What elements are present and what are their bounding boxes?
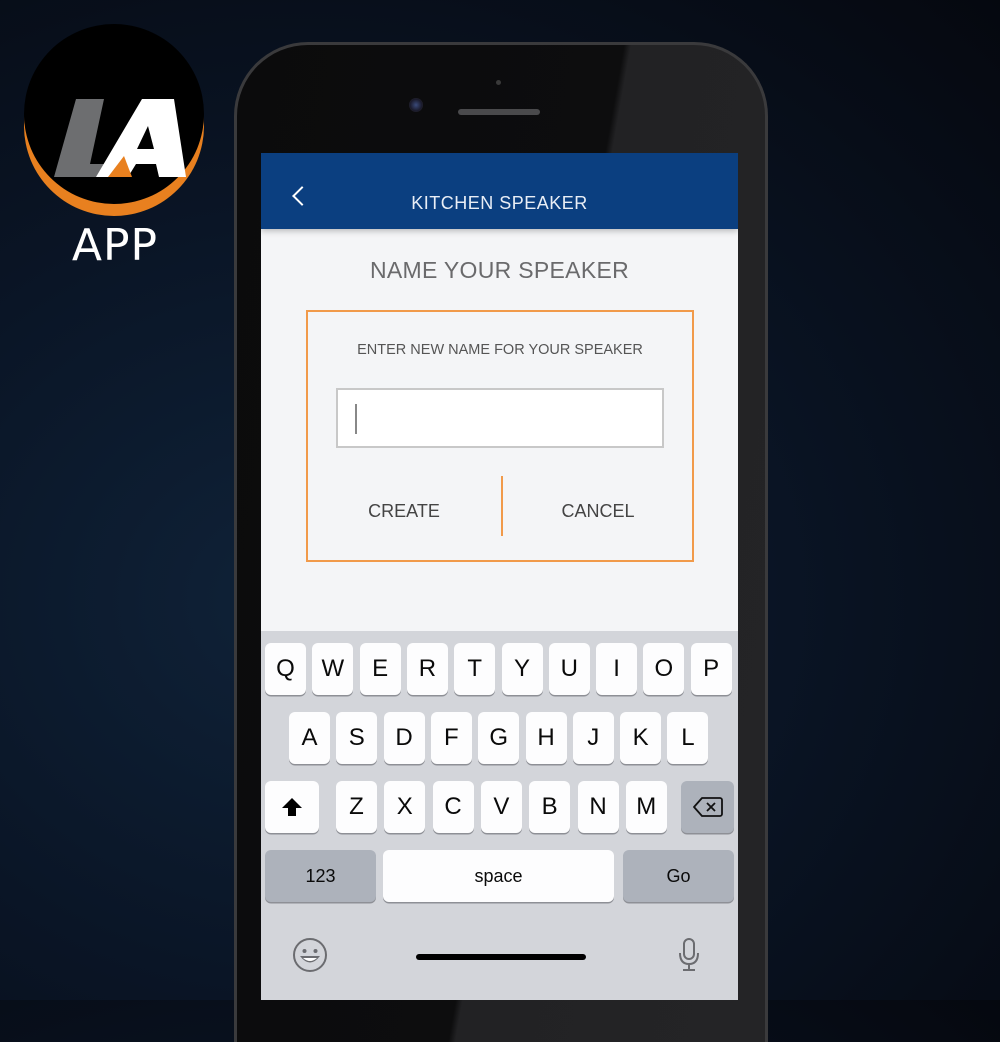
key-f[interactable]: F <box>430 712 472 764</box>
logo-badge <box>24 24 204 204</box>
la-logo-icon <box>54 99 186 177</box>
earpiece-speaker <box>458 109 540 115</box>
proximity-sensor <box>496 80 501 85</box>
front-camera <box>409 98 423 112</box>
key-c[interactable]: C <box>432 781 474 833</box>
key-i[interactable]: I <box>596 643 638 695</box>
key-n[interactable]: N <box>577 781 619 833</box>
create-button[interactable]: CREATE <box>314 476 494 546</box>
key-p[interactable]: P <box>690 643 732 695</box>
rename-dialog: ENTER NEW NAME FOR YOUR SPEAKER CREATE C… <box>306 310 694 562</box>
cancel-button[interactable]: CANCEL <box>508 476 688 546</box>
key-w[interactable]: W <box>312 643 354 695</box>
key-m[interactable]: M <box>625 781 667 833</box>
key-t[interactable]: T <box>454 643 496 695</box>
backspace-icon <box>692 797 723 817</box>
key-x[interactable]: X <box>384 781 426 833</box>
key-y[interactable]: Y <box>501 643 543 695</box>
nav-bar: KITCHEN SPEAKER <box>261 153 738 229</box>
key-u[interactable]: U <box>548 643 590 695</box>
button-divider <box>501 476 503 536</box>
key-q[interactable]: Q <box>265 643 306 695</box>
shift-key[interactable] <box>265 781 319 833</box>
nav-title: KITCHEN SPEAKER <box>411 193 588 213</box>
home-indicator[interactable] <box>416 954 586 960</box>
key-v[interactable]: V <box>480 781 522 833</box>
key-h[interactable]: H <box>525 712 567 764</box>
key-z[interactable]: Z <box>336 781 377 833</box>
emoji-icon[interactable] <box>292 937 328 978</box>
numbers-key[interactable]: 123 <box>265 850 376 902</box>
shift-arrow-icon <box>282 798 302 816</box>
text-caret <box>355 404 357 434</box>
key-a[interactable]: A <box>289 712 330 764</box>
key-d[interactable]: D <box>383 712 425 764</box>
key-r[interactable]: R <box>406 643 448 695</box>
key-k[interactable]: K <box>620 712 662 764</box>
microphone-icon[interactable] <box>677 937 701 978</box>
key-o[interactable]: O <box>643 643 685 695</box>
go-key[interactable]: Go <box>623 850 734 902</box>
dialog-prompt: ENTER NEW NAME FOR YOUR SPEAKER <box>357 342 643 358</box>
on-screen-keyboard: QWERTYUIOP ASDFGHJKL ZXCVBNM 123 space G… <box>261 631 738 1000</box>
page-heading: NAME YOUR SPEAKER <box>369 257 630 283</box>
backspace-key[interactable] <box>681 781 734 833</box>
key-g[interactable]: G <box>478 712 520 764</box>
logo-caption: APP <box>71 220 159 271</box>
phone-screen: KITCHEN SPEAKER NAME YOUR SPEAKER ENTER … <box>261 153 738 1000</box>
key-b[interactable]: B <box>529 781 571 833</box>
space-key[interactable]: space <box>383 850 614 902</box>
la-app-logo: APP <box>24 24 206 271</box>
speaker-name-input[interactable] <box>336 388 664 448</box>
key-s[interactable]: S <box>336 712 378 764</box>
key-j[interactable]: J <box>572 712 614 764</box>
key-l[interactable]: L <box>667 712 709 764</box>
key-e[interactable]: E <box>359 643 401 695</box>
